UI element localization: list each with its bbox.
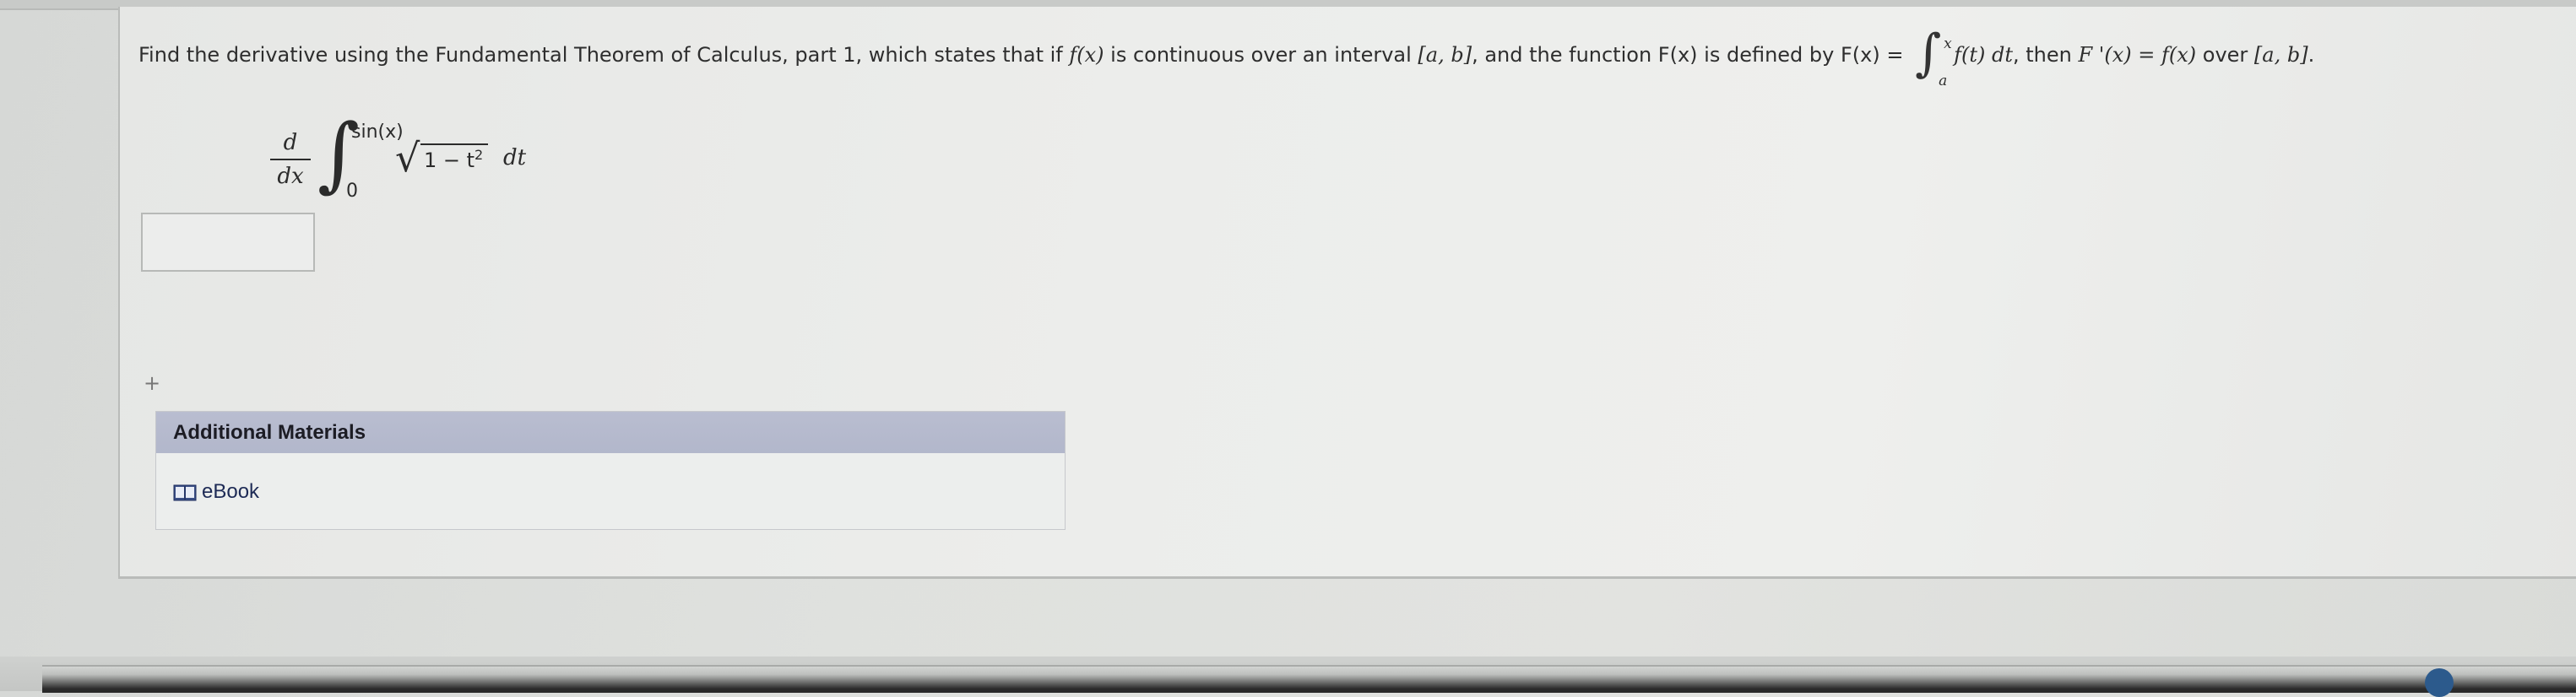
inline-integrand: f(t) dt [1954, 43, 2013, 67]
inline-upper-limit: x [1944, 35, 1952, 52]
radicand-base: 1 − t [424, 149, 475, 172]
question-mid1: is continuous over an interval [1104, 43, 1418, 67]
derivative-numerator: d [283, 130, 298, 155]
Fx-term: F(x) [1657, 43, 1698, 67]
differential: dt [503, 145, 527, 170]
circle-icon [2425, 668, 2454, 697]
fx-term: f(x) [1069, 43, 1104, 67]
question-mid4: , then [2013, 43, 2079, 67]
plus-icon[interactable]: + [144, 371, 160, 395]
book-icon [173, 484, 197, 501]
radicand-exponent: 2 [475, 147, 484, 163]
question-text: Find the derivative using the Fundamenta… [138, 28, 2553, 89]
radicand: 1 − t2 [420, 143, 489, 172]
inline-lower-limit: a [1939, 73, 1948, 89]
derivative-operator: d dx [270, 128, 311, 191]
inline-integral: ∫ x a [1910, 28, 1954, 89]
fraction-bar [270, 159, 311, 160]
additional-materials-header: Additional Materials [156, 412, 1065, 453]
problem-expression: d dx ∫ sin(x) 0 √ 1 − t2 dt [262, 113, 566, 203]
question-mid2: , and the function [1472, 43, 1658, 67]
question-end: . [2308, 43, 2315, 67]
question-mid3: is defined by [1697, 43, 1841, 67]
Fprime-term: F '(x) = f(x) [2078, 43, 2197, 67]
bottom-bar [42, 665, 2576, 693]
ebook-link[interactable]: eBook [173, 479, 259, 505]
Fx-equals: F(x) = [1840, 43, 1904, 67]
integral-sign-icon: ∫ [1915, 24, 1942, 83]
ebook-label: eBook [202, 480, 260, 503]
lower-limit: 0 [346, 181, 358, 202]
interval-term-2: [a, b] [2253, 43, 2308, 67]
question-mid5: over [2196, 43, 2254, 67]
question-intro: Find the derivative using the Fundamenta… [138, 43, 1070, 67]
derivative-denominator: dx [277, 164, 304, 189]
interval-term: [a, b] [1418, 43, 1472, 67]
answer-input[interactable] [141, 213, 315, 272]
radical-sign-icon: √ [395, 135, 420, 181]
additional-materials-panel: Additional Materials eBook [155, 411, 1066, 530]
